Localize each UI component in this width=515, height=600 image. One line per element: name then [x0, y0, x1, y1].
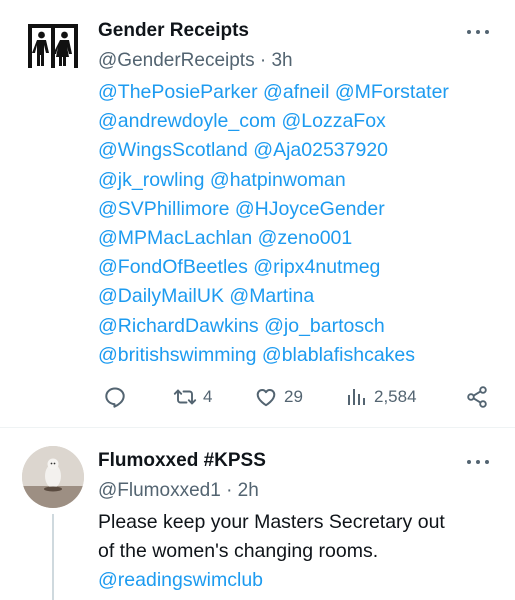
- mention-line[interactable]: @RichardDawkins @jo_bartosch: [98, 312, 498, 341]
- mentions-list: @ThePosieParker @afneil @MForstater @and…: [98, 78, 498, 370]
- mention-line[interactable]: @FondOfBeetles @ripx4nutmeg: [98, 253, 498, 282]
- reply-button[interactable]: [103, 382, 127, 412]
- tweet-text-line: of the women's changing rooms.: [98, 540, 379, 562]
- action-bar: 4 29 2,584: [0, 382, 515, 412]
- author-name[interactable]: Flumoxxed #KPSS: [98, 450, 266, 472]
- separator: ·: [259, 50, 267, 71]
- mention-line[interactable]: @SVPhillimore @HJoyceGender: [98, 195, 498, 224]
- retweet-button[interactable]: 4: [173, 382, 212, 412]
- tweet-text-line: Please keep your Masters Secretary out: [98, 511, 445, 533]
- retweet-count: 4: [203, 387, 213, 406]
- avatar[interactable]: [22, 14, 84, 76]
- tweet-gender-receipts[interactable]: Gender Receipts @GenderReceipts · 3h @Th…: [0, 0, 515, 428]
- mention-line[interactable]: @britishswimming @blablafishcakes: [98, 341, 498, 370]
- mention-line[interactable]: @WingsScotland @Aja02537920: [98, 136, 498, 165]
- mention-line[interactable]: @MPMacLachlan @zeno001: [98, 224, 498, 253]
- author-handle[interactable]: @GenderReceipts: [98, 50, 255, 71]
- tweet-flumoxxed[interactable]: Flumoxxed #KPSS @Flumoxxed1 · 2h Please …: [0, 428, 515, 600]
- restroom-icon: [28, 24, 78, 68]
- separator: ·: [226, 480, 233, 501]
- timestamp[interactable]: 3h: [271, 50, 292, 71]
- mention-line[interactable]: @DailyMailUK @Martina: [98, 282, 498, 311]
- tweet-body: Please keep your Masters Secretary out o…: [98, 508, 498, 595]
- mention-line[interactable]: @andrewdoyle_com @LozzaFox: [98, 107, 498, 136]
- author-name[interactable]: Gender Receipts: [98, 20, 249, 42]
- like-button[interactable]: 29: [254, 382, 303, 412]
- view-count: 2,584: [374, 387, 417, 406]
- thread-line: [52, 514, 54, 600]
- retweet-icon: [173, 389, 197, 405]
- share-button[interactable]: [465, 382, 489, 412]
- mention-line[interactable]: @ThePosieParker @afneil @MForstater: [98, 78, 498, 107]
- timestamp[interactable]: 2h: [238, 480, 259, 501]
- more-icon[interactable]: [466, 457, 492, 467]
- mention-link[interactable]: @readingswimclub: [98, 566, 498, 595]
- heart-icon: [256, 389, 276, 407]
- views-button[interactable]: 2,584: [344, 382, 417, 412]
- reply-icon: [105, 387, 125, 408]
- bird-figure-icon: [22, 446, 84, 508]
- author-meta: @Flumoxxed1 · 2h: [98, 480, 259, 502]
- share-icon: [467, 386, 487, 408]
- author-handle[interactable]: @Flumoxxed1: [98, 480, 221, 501]
- author-meta: @GenderReceipts · 3h: [98, 50, 293, 72]
- like-count: 29: [284, 387, 303, 406]
- more-icon[interactable]: [466, 27, 492, 37]
- avatar[interactable]: [22, 446, 84, 508]
- analytics-icon: [348, 389, 365, 405]
- mention-line[interactable]: @jk_rowling @hatpinwoman: [98, 166, 498, 195]
